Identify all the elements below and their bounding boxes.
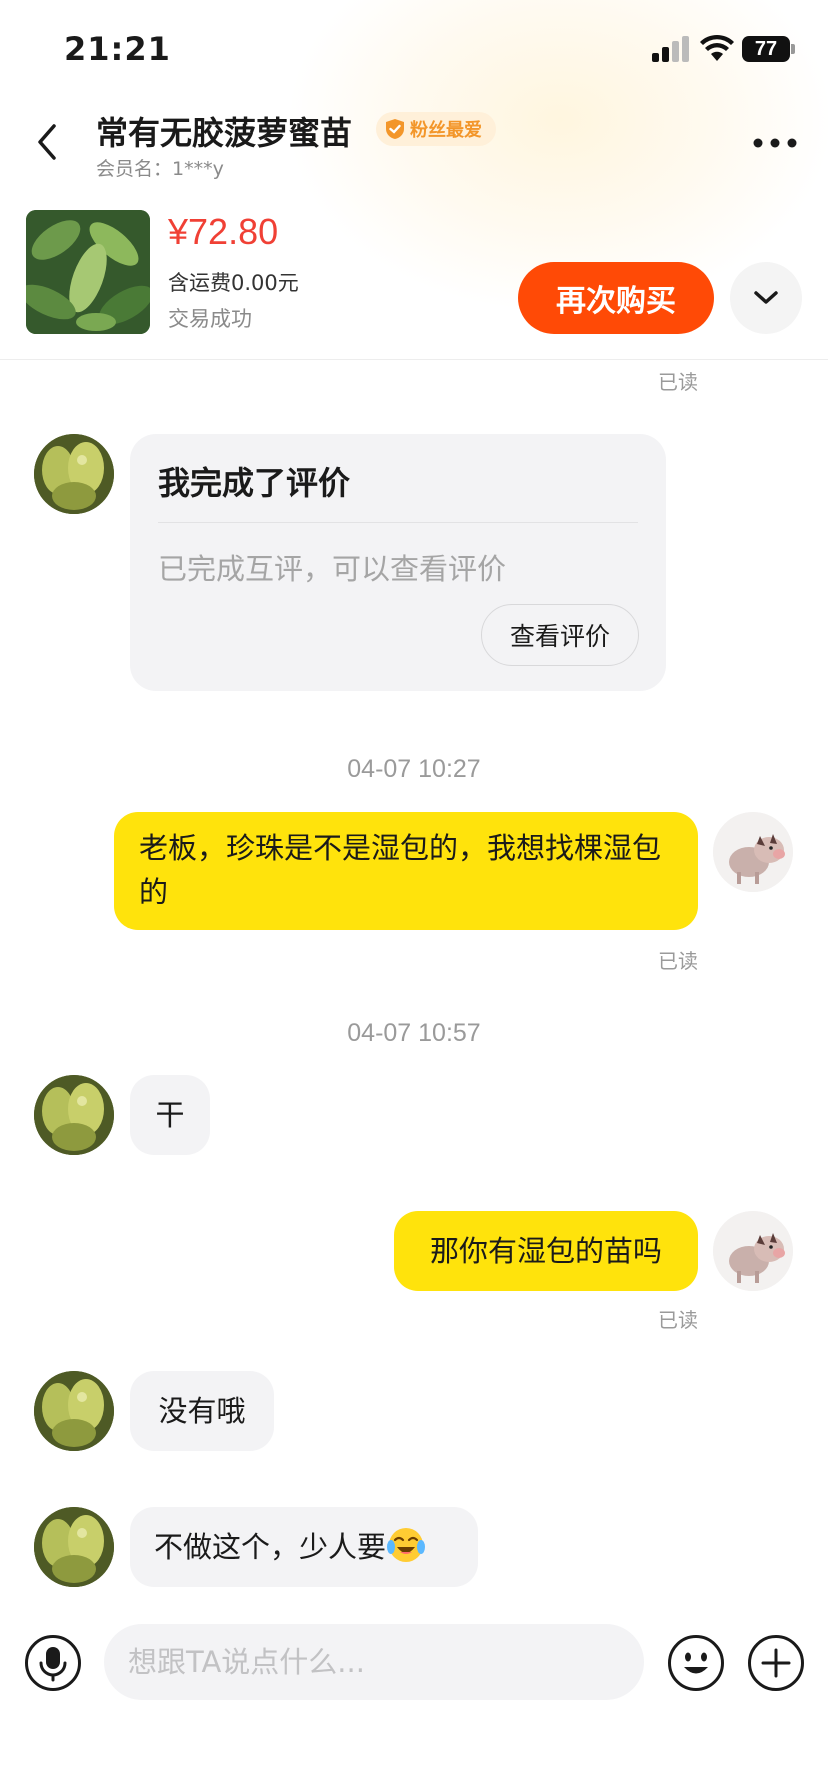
- battery-indicator: 77: [742, 36, 790, 62]
- chat-header: 常有无胶菠萝蜜苗 粉丝最爱 会员名：1***y: [0, 100, 828, 190]
- my-avatar[interactable]: [713, 1211, 793, 1291]
- review-card-description: 已完成互评，可以查看评价: [158, 552, 507, 586]
- mic-icon[interactable]: [24, 1634, 82, 1692]
- product-image[interactable]: [26, 210, 150, 334]
- seller-avatar[interactable]: [34, 1371, 114, 1451]
- status-time: 21:21: [64, 30, 171, 68]
- read-status: 已读: [658, 1308, 698, 1332]
- my-avatar[interactable]: [713, 812, 793, 892]
- back-icon[interactable]: [30, 120, 66, 164]
- battery-tip: [791, 44, 795, 54]
- message-input[interactable]: [104, 1624, 644, 1700]
- more-icon[interactable]: [752, 136, 798, 150]
- badge-shield-icon: [386, 119, 404, 139]
- fan-badge: 粉丝最爱: [376, 112, 496, 146]
- trade-status: 交易成功: [168, 307, 252, 331]
- incoming-message[interactable]: 干: [130, 1075, 210, 1155]
- seller-avatar[interactable]: [34, 1075, 114, 1155]
- message-timestamp: 04-07 10:57: [347, 1019, 481, 1047]
- crying-laughing-emoji-icon: [387, 1528, 426, 1562]
- header-divider: [0, 359, 828, 360]
- status-bar: 21:21 77: [0, 0, 828, 100]
- expand-button[interactable]: [730, 262, 802, 334]
- outgoing-message[interactable]: 那你有湿包的苗吗: [394, 1211, 698, 1291]
- seller-avatar[interactable]: [34, 1507, 114, 1587]
- view-review-button[interactable]: 查看评价: [481, 604, 639, 666]
- message-timestamp: 04-07 10:27: [347, 755, 481, 783]
- member-name: 会员名：1***y: [96, 158, 224, 180]
- outgoing-message[interactable]: 老板，珍珠是不是湿包的，我想找棵湿包的: [114, 812, 698, 930]
- read-status: 已读: [658, 370, 698, 394]
- review-card: 我完成了评价 已完成互评，可以查看评价 查看评价: [130, 434, 666, 691]
- shipping-fee: 含运费0.00元: [168, 271, 299, 295]
- incoming-message-text: 不做这个，少人要: [154, 1530, 387, 1564]
- wifi-icon: [700, 34, 734, 61]
- incoming-message[interactable]: 没有哦: [130, 1371, 274, 1451]
- plus-icon[interactable]: [747, 1634, 805, 1692]
- seller-avatar[interactable]: [34, 434, 114, 514]
- chevron-down-icon: [754, 291, 778, 304]
- product-price: ¥72.80: [168, 211, 279, 252]
- fan-badge-label: 粉丝最爱: [410, 120, 482, 141]
- review-card-title: 我完成了评价: [158, 464, 351, 502]
- review-card-divider: [158, 522, 638, 523]
- signal-icon: [652, 36, 689, 62]
- buy-again-button[interactable]: 再次购买: [518, 262, 714, 334]
- incoming-message[interactable]: 不做这个，少人要: [130, 1507, 478, 1587]
- shop-name[interactable]: 常有无胶菠萝蜜苗: [96, 108, 352, 154]
- message-composer: [0, 1610, 828, 1792]
- emoji-icon[interactable]: [667, 1634, 725, 1692]
- order-product-card: ¥72.80 含运费0.00元 交易成功 再次购买: [0, 205, 828, 360]
- read-status: 已读: [658, 949, 698, 973]
